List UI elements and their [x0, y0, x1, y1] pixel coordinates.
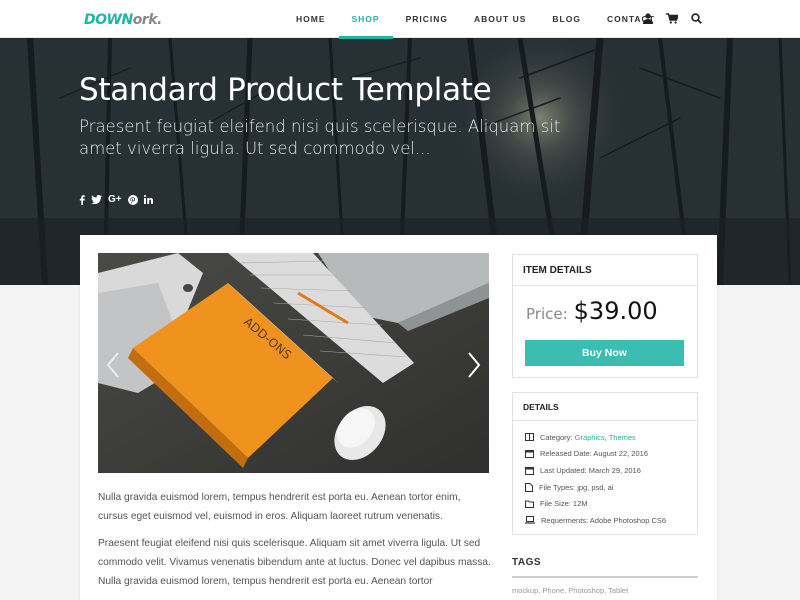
nav-item-shop[interactable]: SHOP	[338, 0, 393, 39]
logo-part-2: ork.	[132, 12, 163, 28]
file-size: File Size: 12M	[540, 499, 588, 509]
nav-item-pricing[interactable]: PRICING	[393, 0, 461, 38]
tags-title: TAGS	[512, 557, 542, 568]
top-navbar: DOWNork. HOME SHOP PRICING ABOUT US BLOG…	[0, 0, 800, 39]
product-description: Nulla gravida euismod lorem, tempus hend…	[98, 488, 493, 599]
detail-category: Category: Graphics, Themes	[525, 429, 687, 446]
detail-released: Released Date: August 22, 2016	[525, 446, 687, 463]
category-separator: ,	[604, 432, 607, 442]
details-list: Category: Graphics, Themes Released Date…	[513, 421, 697, 529]
file-icon	[525, 482, 533, 492]
price-row: Price: $39.00	[526, 297, 658, 325]
calendar-icon	[525, 450, 534, 459]
details-box: DETAILS Category: Graphics, Themes Relea…	[512, 392, 698, 535]
released-date: Released Date: August 22, 2016	[540, 449, 648, 459]
laptop-icon	[525, 516, 535, 524]
nav-item-about-us[interactable]: ABOUT US	[461, 0, 539, 38]
logo-part-1: DOWN	[84, 12, 133, 28]
item-details-title: ITEM DETAILS	[513, 255, 697, 286]
nav-icons	[642, 11, 702, 25]
twitter-icon[interactable]	[91, 195, 102, 204]
requirements: Requerments: Adobe Photoshop CS6	[541, 515, 667, 525]
category-link-graphics[interactable]: Graphics	[575, 433, 605, 442]
last-updated: Last Updated: March 29, 2016	[540, 465, 641, 475]
cart-icon[interactable]	[666, 11, 678, 25]
page-title: Standard Product Template	[79, 72, 492, 108]
nav-item-blog[interactable]: BLOG	[539, 0, 594, 38]
nav-item-home[interactable]: HOME	[283, 0, 339, 38]
product-card: ADD-ONS Nulla gravida euismod lorem, tem…	[80, 235, 717, 600]
pinterest-icon[interactable]	[127, 194, 138, 205]
facebook-icon[interactable]	[79, 194, 85, 205]
price-label: Price:	[526, 305, 568, 323]
carousel-next-arrow[interactable]	[467, 351, 481, 379]
carousel-prev-arrow[interactable]	[106, 351, 120, 379]
buy-now-button[interactable]: Buy Now	[525, 340, 684, 366]
tags-divider	[512, 576, 698, 578]
tags-list[interactable]: mockup, Phone, Photoshop, Tablet	[512, 586, 628, 595]
calendar-icon	[525, 466, 534, 475]
description-paragraph-1: Nulla gravida euismod lorem, tempus hend…	[98, 492, 461, 522]
detail-updated: Last Updated: March 29, 2016	[525, 462, 687, 479]
category-label: Category:	[540, 432, 573, 442]
user-icon[interactable]	[642, 11, 654, 25]
book-icon	[525, 433, 534, 442]
folder-icon	[525, 500, 534, 508]
linkedin-icon[interactable]	[143, 195, 153, 204]
file-types: File Types: jpg, psd, ai	[539, 482, 614, 492]
detail-file-types: File Types: jpg, psd, ai	[525, 479, 687, 496]
product-image-carousel[interactable]: ADD-ONS	[98, 253, 489, 473]
product-photo: ADD-ONS	[98, 253, 489, 473]
nav-menu: HOME SHOP PRICING ABOUT US BLOG CONTACT	[283, 0, 668, 39]
item-details-box: ITEM DETAILS Price: $39.00 Buy Now	[512, 254, 698, 378]
page-subtitle: Praesent feugiat eleifend nisi quis scel…	[79, 117, 561, 158]
logo[interactable]: DOWNork.	[84, 12, 162, 28]
google-plus-icon[interactable]: G+	[108, 194, 122, 205]
details-title: DETAILS	[513, 393, 697, 421]
category-link-themes[interactable]: Themes	[609, 433, 636, 442]
price-value: $39.00	[573, 297, 658, 325]
social-share: G+	[79, 194, 153, 205]
search-icon[interactable]	[690, 11, 702, 25]
detail-requirements: Requerments: Adobe Photoshop CS6	[525, 512, 687, 529]
description-paragraph-2: Praesent feugiat eleifend nisi quis scel…	[98, 538, 491, 587]
detail-file-size: File Size: 12M	[525, 495, 687, 512]
